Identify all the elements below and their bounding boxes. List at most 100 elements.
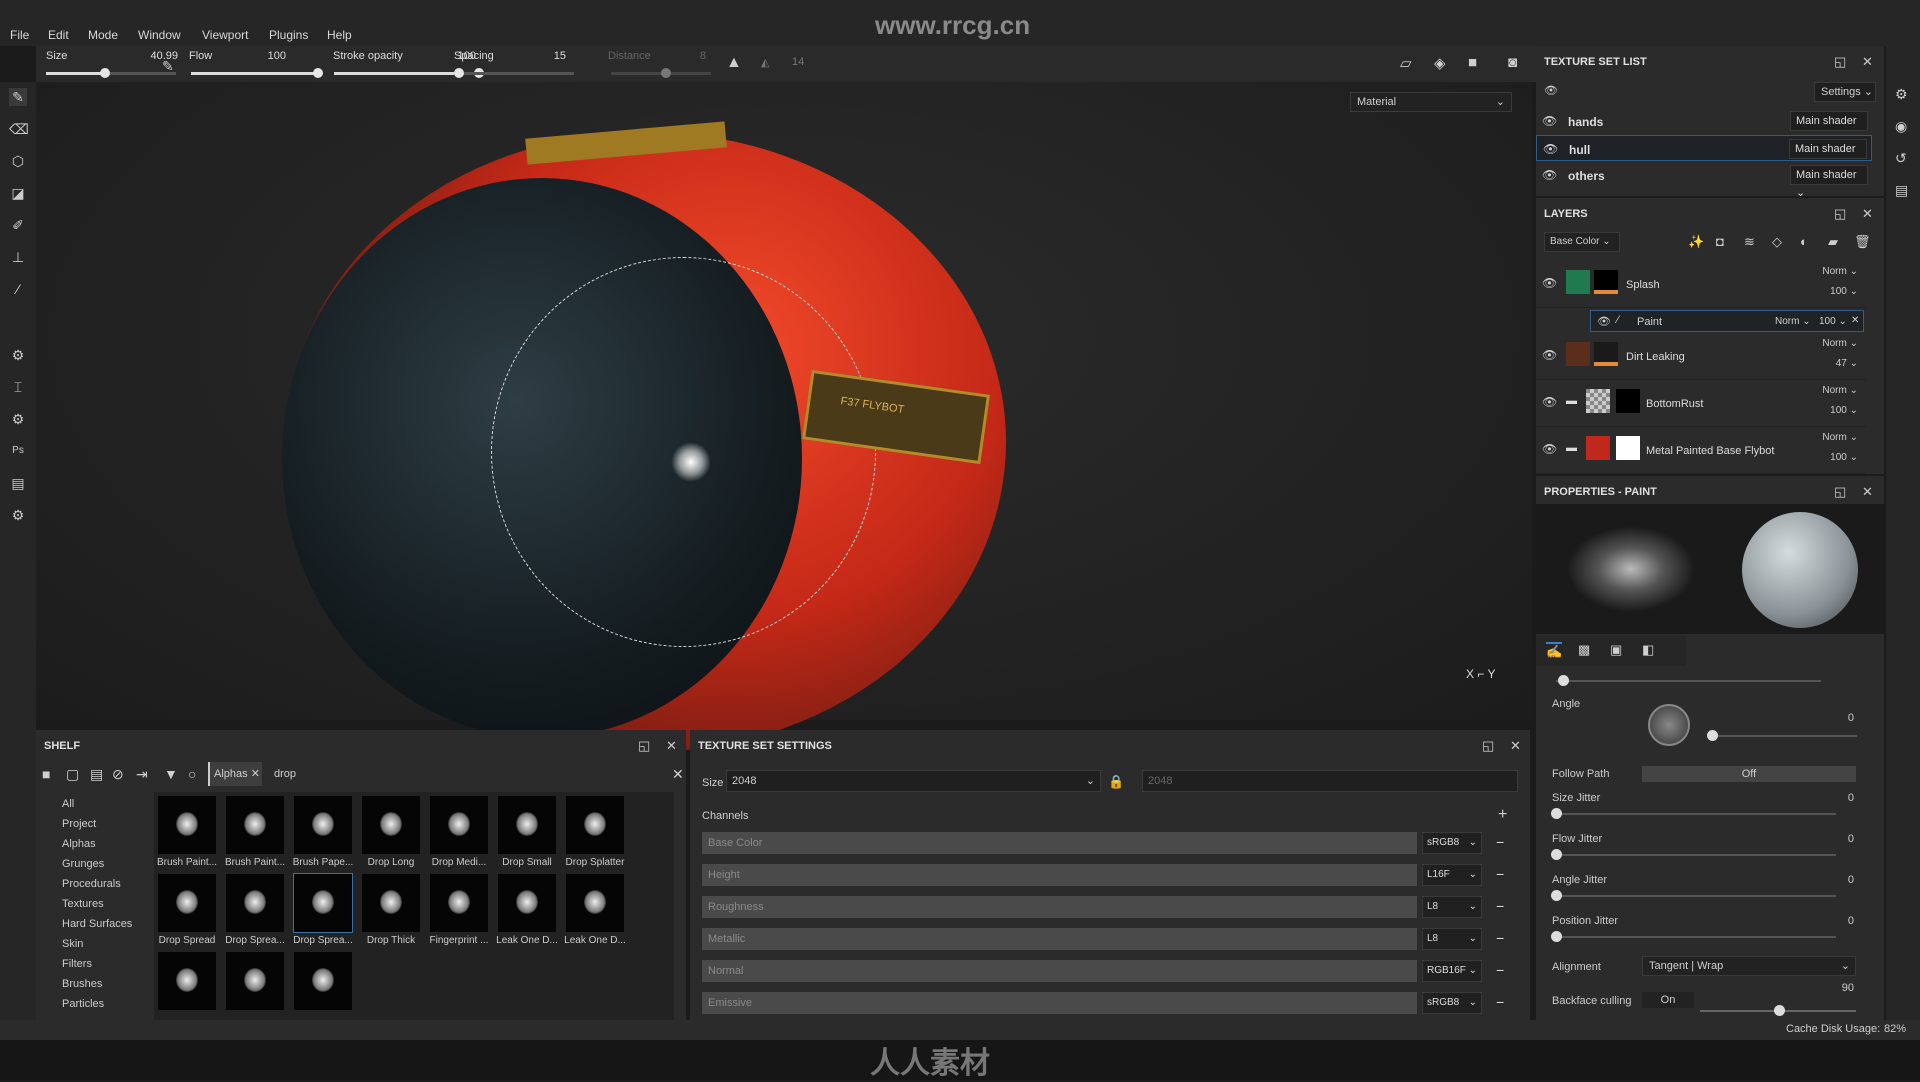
backface-culling-toggle[interactable]: On <box>1642 992 1694 1008</box>
channel-dropdown[interactable]: Base Color ⌄ <box>1544 232 1620 252</box>
mask-thumb[interactable] <box>1594 270 1618 294</box>
menu-file[interactable]: File <box>10 28 29 42</box>
blend-mode-dropdown[interactable]: Norm ⌄ <box>1775 316 1811 327</box>
alpha-thumbnail[interactable] <box>566 874 624 932</box>
shelf-category-textures[interactable]: Textures <box>62 898 104 910</box>
history-icon[interactable]: ↺ <box>1895 150 1907 167</box>
position-jitter-value[interactable]: 0 <box>1848 915 1854 927</box>
eye-icon[interactable]: 👁 <box>1542 395 1557 409</box>
mask-thumb[interactable] <box>1616 436 1640 460</box>
shelf-category-brushes[interactable]: Brushes <box>62 978 102 990</box>
menu-plugins[interactable]: Plugins <box>269 28 308 42</box>
blend-mode-dropdown[interactable]: Norm ⌄ <box>1822 432 1858 443</box>
channel-format-dropdown[interactable]: sRGB8 ⌄ <box>1422 992 1482 1014</box>
alpha-thumbnail[interactable] <box>294 796 352 854</box>
lazy-value[interactable]: 14 <box>792 56 804 68</box>
alpha-thumbnail[interactable] <box>293 873 353 933</box>
menu-edit[interactable]: Edit <box>48 28 69 42</box>
shelf-category-all[interactable]: All <box>62 798 74 810</box>
undock-icon[interactable]: ◱ <box>1834 206 1846 222</box>
clear-search-icon[interactable]: ✕ <box>672 766 684 783</box>
angle-slider[interactable] <box>1707 730 1857 741</box>
tab-material-icon[interactable]: ◧ <box>1642 642 1654 658</box>
visibility-toggle-icon[interactable]: 👁 <box>1544 84 1558 97</box>
angle-jitter-value[interactable]: 0 <box>1848 874 1854 886</box>
alphas-filter-tag[interactable]: Alphas ✕ <box>208 762 262 786</box>
mask-thumb[interactable] <box>1594 342 1618 366</box>
alpha-thumbnail[interactable] <box>430 874 488 932</box>
alpha-thumbnail[interactable] <box>566 796 624 854</box>
undock-icon[interactable]: ◱ <box>638 738 650 754</box>
size-jitter-slider[interactable] <box>1551 808 1836 819</box>
texture-set-others[interactable]: 👁 others Main shader ⌄ <box>1536 162 1872 199</box>
channel-format-dropdown[interactable]: RGB16F ⌄ <box>1422 960 1482 982</box>
eye-icon[interactable]: 👁 <box>1542 442 1557 456</box>
alpha-thumbnail[interactable] <box>158 952 216 1010</box>
refresh-icon[interactable]: ○ <box>188 766 196 782</box>
angle-jitter-slider[interactable] <box>1551 890 1836 901</box>
opacity-dropdown[interactable]: 100 ⌄ <box>1830 286 1858 297</box>
remove-channel-icon[interactable]: − <box>1496 834 1504 850</box>
alpha-thumbnail[interactable] <box>498 796 556 854</box>
alpha-thumbnail[interactable] <box>362 796 420 854</box>
size-height-field[interactable]: 2048 <box>1142 770 1518 792</box>
measure-icon[interactable]: ⌶ <box>9 378 27 396</box>
settings-dropdown[interactable]: Settings ⌄ <box>1814 82 1876 102</box>
projection-icon[interactable]: ⬡ <box>9 152 27 170</box>
remove-effect-icon[interactable]: ✕ <box>1851 315 1859 326</box>
color-picker-icon[interactable]: ⁄ <box>9 280 27 298</box>
eye-icon[interactable]: 👁 <box>1597 315 1611 328</box>
layer-splash[interactable]: 👁 Splash Norm ⌄ 100 ⌄ <box>1536 262 1866 308</box>
channel-format-dropdown[interactable]: L8 ⌄ <box>1422 928 1482 950</box>
shader-dropdown[interactable]: Main shader ⌄ <box>1790 111 1868 145</box>
screenshot-camera-icon[interactable]: ◙ <box>1508 54 1517 71</box>
texture-set-hands[interactable]: 👁 hands Main shader ⌄ <box>1536 108 1872 145</box>
alignment-dropdown[interactable]: Tangent | Wrap ⌄ <box>1642 956 1856 976</box>
tab-alpha-icon[interactable]: ▩ <box>1578 642 1590 658</box>
tab-brush-icon[interactable]: ✍ <box>1546 642 1563 660</box>
shader-settings-icon[interactable]: ◉ <box>1895 118 1907 135</box>
distance-value[interactable]: 8 <box>666 50 706 62</box>
alpha-thumbnail[interactable] <box>158 796 216 854</box>
add-folder-icon[interactable]: ▰ <box>1828 234 1838 250</box>
close-icon[interactable]: ✕ <box>1862 206 1873 222</box>
remove-channel-icon[interactable]: − <box>1496 866 1504 882</box>
backface-angle-value[interactable]: 90 <box>1842 982 1854 994</box>
symmetry-icon[interactable]: ▲ <box>726 54 742 72</box>
folder-icon[interactable]: ■ <box>42 766 50 782</box>
remove-channel-icon[interactable]: − <box>1496 962 1504 978</box>
opacity-dropdown[interactable]: 100 ⌄ <box>1830 452 1858 463</box>
spacing-slider[interactable] <box>454 68 574 78</box>
add-smart-material-icon[interactable]: ◐ <box>1800 234 1808 249</box>
size-dropdown[interactable]: 2048 ⌄ <box>726 770 1101 792</box>
shader-dropdown[interactable]: Main shader ⌄ <box>1790 165 1868 199</box>
eye-icon[interactable]: 👁 <box>1543 142 1558 156</box>
lock-icon[interactable]: 🔒 <box>1108 774 1124 790</box>
alpha-thumbnail[interactable] <box>226 796 284 854</box>
menu-viewport[interactable]: Viewport <box>202 28 248 42</box>
eye-icon[interactable]: 👁 <box>1542 348 1557 362</box>
flow-slider[interactable] <box>191 68 323 78</box>
remove-channel-icon[interactable]: − <box>1496 930 1504 946</box>
add-channel-icon[interactable]: + <box>1498 806 1507 824</box>
undock-icon[interactable]: ◱ <box>1834 54 1846 70</box>
polygon-fill-icon[interactable]: ◪ <box>9 184 27 202</box>
position-jitter-slider[interactable] <box>1551 931 1836 942</box>
hide-icon[interactable]: ⊘ <box>112 766 124 783</box>
alpha-thumbnail[interactable] <box>362 874 420 932</box>
channel-metallic[interactable]: Metallic <box>702 928 1417 950</box>
opacity-dropdown[interactable]: 47 ⌄ <box>1836 358 1858 369</box>
size-jitter-value[interactable]: 0 <box>1848 792 1854 804</box>
close-icon[interactable]: ✕ <box>666 738 677 754</box>
remove-tag-icon[interactable]: ✕ <box>251 768 260 780</box>
flow-jitter-slider[interactable] <box>1551 849 1836 860</box>
flow-value[interactable]: 100 <box>236 50 286 62</box>
angle-value[interactable]: 0 <box>1848 712 1854 724</box>
add-fill-layer-icon[interactable]: ◇ <box>1772 234 1782 250</box>
alpha-thumbnail[interactable] <box>158 874 216 932</box>
opacity-dropdown[interactable]: 100 ⌄ <box>1819 316 1847 327</box>
size-slider[interactable] <box>46 68 176 78</box>
export-icon[interactable]: ▤ <box>9 474 27 492</box>
blend-mode-dropdown[interactable]: Norm ⌄ <box>1822 338 1858 349</box>
blend-mode-dropdown[interactable]: Norm ⌄ <box>1822 266 1858 277</box>
